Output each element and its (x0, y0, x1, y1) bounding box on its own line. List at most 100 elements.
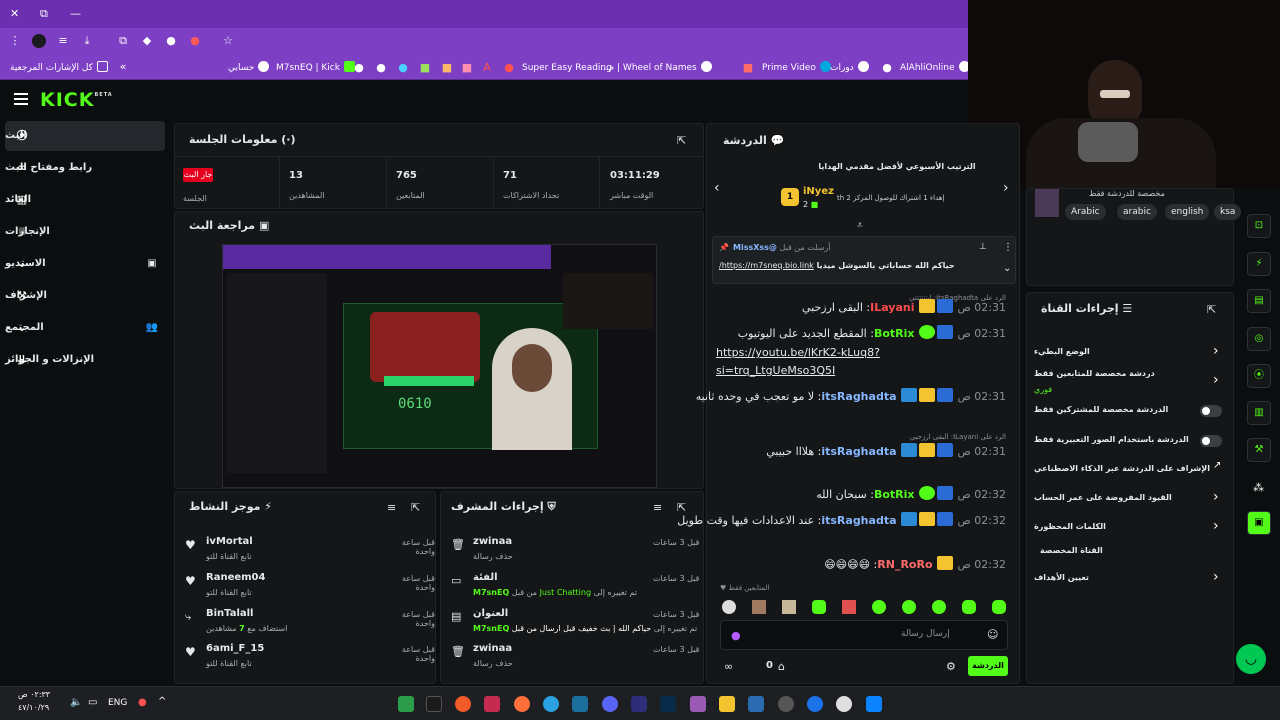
taskbar-app-icon[interactable] (426, 696, 442, 712)
rail-bolt-button[interactable]: ⚡ (1247, 252, 1271, 276)
rail-dots-icon[interactable]: ⁂ (1253, 481, 1264, 494)
mod-action-user[interactable]: zwinaa (473, 536, 512, 547)
bookmarks-overflow-icon[interactable]: « (116, 60, 130, 74)
chevron-right-icon[interactable]: › (1213, 518, 1219, 534)
rail-layout-button[interactable]: ▥ (1247, 401, 1271, 425)
taskbar-app-icon[interactable] (690, 696, 706, 712)
store-icon[interactable] (748, 696, 764, 712)
rail-hammer-button[interactable]: ⚒ (1247, 438, 1271, 462)
chat-username[interactable]: itsRaghadta (821, 514, 896, 527)
extension-red-icon[interactable]: ● (188, 34, 202, 48)
chat-message[interactable]: 02:31 ص BotRix: المقطع الجديد على اليوتي… (716, 324, 1006, 343)
chat-username[interactable]: RN_RoRo (877, 558, 932, 571)
taskbar-app-icon[interactable] (484, 696, 500, 712)
bookmark-super-easy-reading[interactable]: Super Easy Reading (522, 60, 612, 76)
chat-message[interactable]: 02:32 ص RN_RoRo: 😄😄😄😄 (716, 555, 1006, 574)
favicon-icon[interactable]: ■ (440, 61, 454, 75)
tray-overflow-icon[interactable]: ^ (158, 696, 166, 707)
chat-message[interactable]: 02:31 ص itsRaghadta: لا مو تعجب في وحده … (696, 387, 1006, 406)
sidebar-item-drops[interactable]: ⇊ الإنزالات و الجوائز (5, 345, 165, 375)
filter-icon[interactable]: ≡ (387, 501, 396, 514)
restore-window-icon[interactable]: ⧉ (40, 7, 48, 21)
globe-icon[interactable]: ● (374, 61, 388, 75)
sidebar-item-stream[interactable]: ⦿ البث (5, 121, 165, 151)
extension-circle-icon[interactable]: ● (164, 34, 178, 48)
taskbar-app-icon[interactable] (514, 696, 530, 712)
emote-icon[interactable] (932, 600, 946, 614)
globe-icon[interactable]: ● (880, 61, 894, 75)
photoshop-icon[interactable] (660, 696, 676, 712)
followers-only-setting[interactable]: دردشة مخصصة للمتابعين فقط فوري (1034, 366, 1224, 394)
chat-link[interactable]: https://youtu.be/lKrK2-kLuq8?si=trq_LtgU… (716, 344, 944, 380)
chat-username[interactable]: itsRaghadta (821, 390, 896, 403)
sidebar-item-moderation[interactable]: ⚒ الإشراف (5, 281, 165, 311)
emoji-icon[interactable]: ☺ (987, 628, 998, 641)
microphone-icon[interactable]: ● (731, 629, 741, 642)
chevron-right-icon[interactable]: › (1213, 489, 1219, 505)
pinned-link[interactable]: https://m7sneq.bio.link/ (719, 261, 814, 270)
discord-icon[interactable] (602, 696, 618, 712)
rail-button[interactable]: ⊡ (1247, 214, 1271, 238)
emote-icon[interactable] (812, 600, 826, 614)
activity-user[interactable]: 6ami_F_15 (206, 643, 264, 654)
chevron-right-icon[interactable]: › (1213, 343, 1219, 359)
external-link-icon[interactable]: ↗ (1213, 460, 1221, 471)
tag-chip[interactable]: ksa (1214, 204, 1242, 220)
bookmark-wheel-of-names[interactable]: Wheel of Names | م... (600, 60, 712, 76)
set-goals-setting[interactable]: تعيين الأهداف (1034, 567, 1224, 589)
edge-favicon-icon[interactable]: ● (396, 61, 410, 75)
extension-diamond-icon[interactable]: ◆ (140, 34, 154, 48)
rail-doc-button[interactable]: ▤ (1247, 289, 1271, 313)
stream-preview-video[interactable]: 0610 (222, 244, 657, 488)
chevron-right-icon[interactable]: › (1003, 180, 1009, 196)
more-options-icon[interactable]: ⋮ (1003, 242, 1013, 253)
minimize-window-icon[interactable]: — (70, 7, 81, 20)
emote-only-toggle[interactable] (1200, 435, 1222, 447)
rail-broadcast-button[interactable]: ⦿ (1247, 364, 1271, 388)
chevron-right-icon[interactable]: › (1213, 569, 1219, 585)
chevron-down-icon[interactable]: ⌄ (1003, 263, 1011, 274)
language-indicator[interactable]: ENG (108, 698, 127, 708)
support-headset-icon[interactable]: ◡ (1236, 644, 1266, 674)
tag-chip[interactable]: english (1165, 204, 1210, 220)
chat-username[interactable]: ILayani (870, 301, 914, 314)
bookmark-account[interactable]: حسابي (228, 60, 270, 76)
filter-icon[interactable]: ≡ (653, 501, 662, 514)
unpin-icon[interactable]: ⊥ (979, 242, 987, 252)
mod-action-user[interactable]: zwinaa (473, 643, 512, 654)
kick-logo[interactable]: KICKBETA (40, 89, 113, 111)
chevron-right-icon[interactable]: › (1213, 372, 1219, 388)
sidebar-item-community[interactable]: ⌄ المجتمع 👥 (5, 313, 165, 343)
emote-icon[interactable] (962, 600, 976, 614)
steam-icon[interactable] (572, 696, 588, 712)
download-icon[interactable]: ⤓ (80, 34, 94, 48)
bookmark-star-icon[interactable]: ☆ (221, 34, 235, 48)
sidebar-item-stream-key[interactable]: ∞ رابط ومفتاح البث (5, 153, 165, 183)
chevron-left-icon[interactable]: ‹ (714, 180, 720, 196)
activity-user[interactable]: Raneem04 (206, 572, 265, 583)
favicon-icon[interactable]: ■ (741, 61, 755, 75)
telegram-icon[interactable] (543, 696, 559, 712)
profile-icon[interactable] (32, 34, 46, 48)
network-icon[interactable]: ▭ (88, 697, 97, 708)
bookmark-alahli[interactable]: AlAhliOnline (900, 60, 970, 76)
emote-icon[interactable] (902, 600, 916, 614)
tag-chip[interactable]: arabic (1117, 204, 1157, 220)
hamburger-menu-icon[interactable] (14, 93, 28, 105)
speaker-icon[interactable]: 🔈 (70, 697, 82, 708)
taskbar-date[interactable]: ٤٧/١٠/٢٩ (18, 703, 49, 712)
globe-icon[interactable]: ● (352, 61, 366, 75)
chat-username[interactable]: itsRaghadta (821, 445, 896, 458)
activity-user[interactable]: ivMortal (206, 536, 253, 547)
sidebar-item-achievements[interactable]: ♕ الإنجازات (5, 217, 165, 247)
bookmark-prime-video[interactable]: Prime Video (762, 60, 831, 76)
favicon-icon[interactable]: ■ (460, 61, 474, 75)
rail-chat-button[interactable]: ◎ (1247, 327, 1271, 351)
favicon-icon[interactable]: A (480, 61, 494, 75)
sidebar-item-revenue[interactable]: ▥ العائد (5, 185, 165, 215)
bookmark-all[interactable]: كل الإشارات المرجعية (10, 60, 108, 76)
reading-list-icon[interactable]: ≡ (56, 34, 70, 48)
edge-icon[interactable] (807, 696, 823, 712)
subscribers-only-setting[interactable]: الدردشة مخصصة للمشتركين فقط (1034, 399, 1224, 421)
extensions-icon[interactable]: ⧉ (116, 34, 130, 48)
